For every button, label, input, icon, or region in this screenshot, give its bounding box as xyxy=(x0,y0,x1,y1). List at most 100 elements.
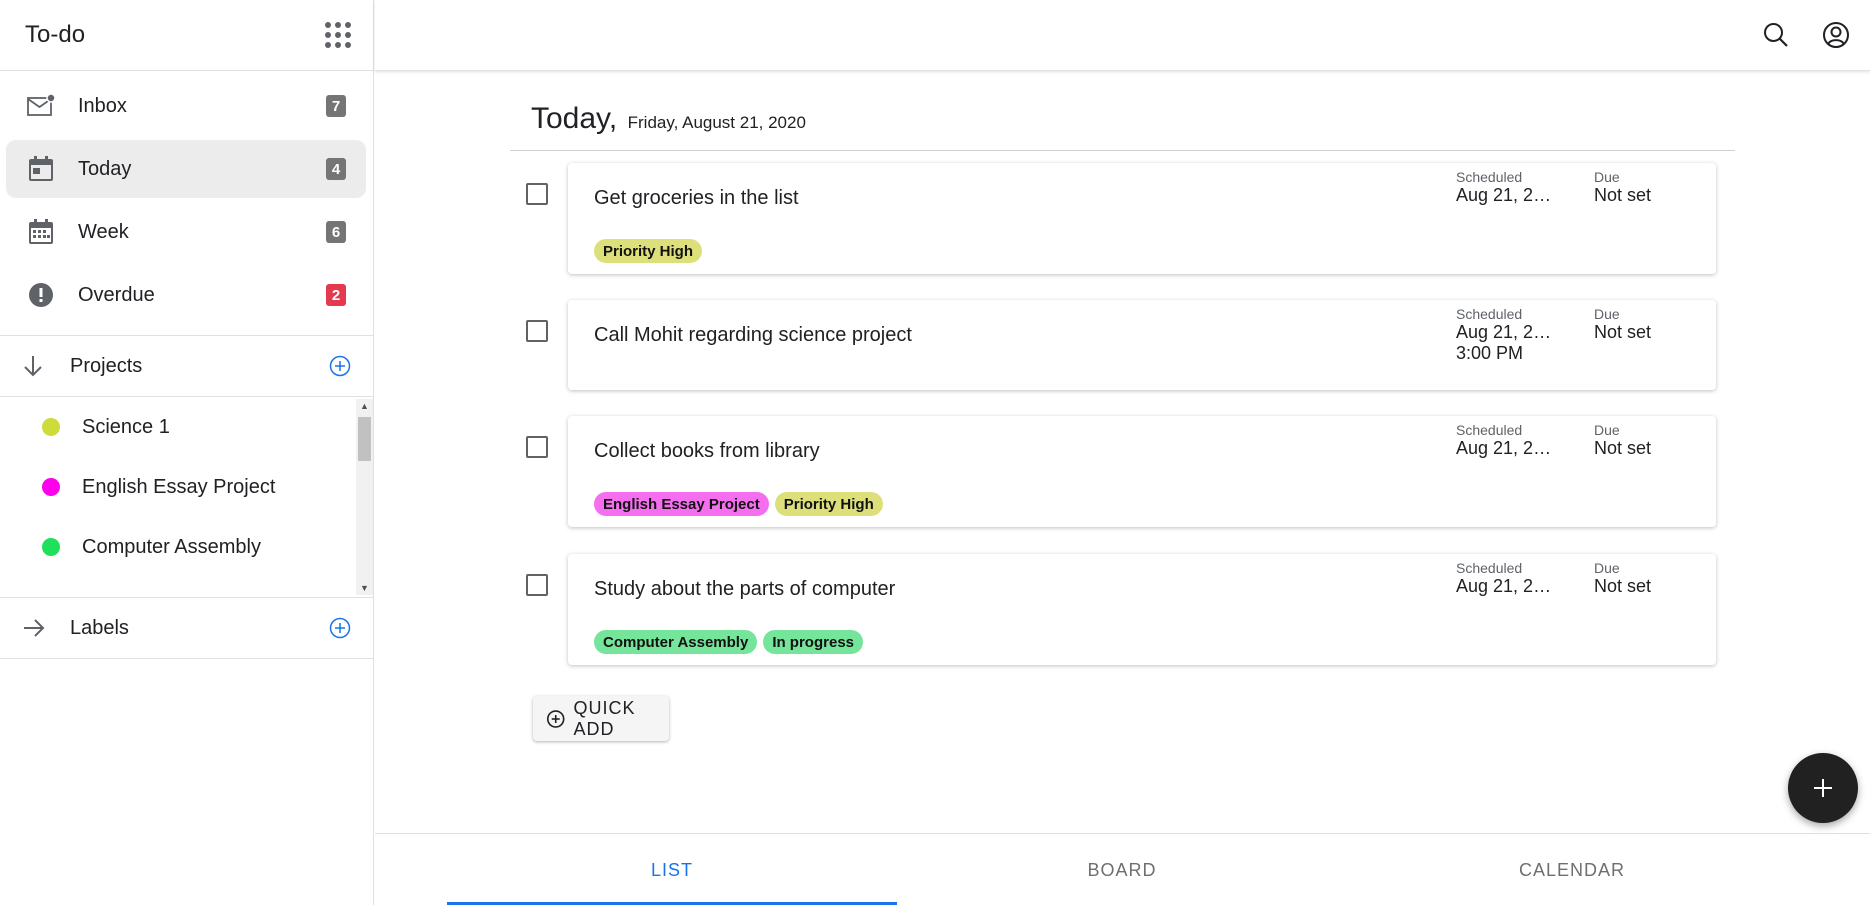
sidebar: To-do Inbox 7 Today 4 Week 6 Overdue 2 P… xyxy=(0,0,374,905)
inbox-icon xyxy=(27,92,55,120)
due-value: Not set xyxy=(1594,185,1652,205)
scheduled-value: Aug 21, 2… xyxy=(1456,438,1552,458)
add-task-fab[interactable] xyxy=(1788,753,1858,823)
project-item-computer-assembly[interactable]: Computer Assembly xyxy=(0,517,373,577)
task-checkbox[interactable] xyxy=(526,183,548,205)
due-label: Due xyxy=(1594,306,1620,322)
nav-item-week[interactable]: Week 6 xyxy=(6,203,366,261)
task-scheduled: Scheduled Aug 21, 2… xyxy=(1456,560,1551,597)
project-label: English Essay Project xyxy=(82,475,276,498)
projects-scrollbar[interactable]: ▲ ▼ xyxy=(356,399,373,595)
project-color-dot xyxy=(42,538,60,556)
plus-icon xyxy=(1814,779,1832,797)
scroll-up-icon[interactable]: ▲ xyxy=(356,399,373,413)
scheduled-label: Scheduled xyxy=(1456,306,1523,322)
labels-title: Labels xyxy=(70,616,129,639)
task-title: Call Mohit regarding science project xyxy=(594,324,912,346)
projects-title: Projects xyxy=(70,354,143,377)
task-checkbox[interactable] xyxy=(526,574,548,596)
task-due: Due Not set xyxy=(1594,422,1651,459)
app-title: To-do xyxy=(25,21,86,48)
project-item-english-essay-project[interactable]: English Essay Project xyxy=(0,457,373,517)
add-project-icon[interactable] xyxy=(329,355,351,377)
scheduled-value: Aug 21, 2… xyxy=(1456,576,1552,596)
nav-item-overdue[interactable]: Overdue 2 xyxy=(6,266,366,324)
project-label: Science 1 xyxy=(82,415,170,438)
tab-calendar[interactable]: CALENDAR xyxy=(1347,834,1797,905)
add-circle-icon xyxy=(546,709,565,728)
quick-add-label: QUICK ADD xyxy=(573,697,636,739)
task-card[interactable]: Call Mohit regarding science project Sch… xyxy=(568,300,1716,390)
nav-label: Inbox xyxy=(78,94,127,117)
account-icon[interactable] xyxy=(1822,21,1850,49)
task-scheduled: Scheduled Aug 21, 2… 3:00 PM xyxy=(1456,306,1551,364)
due-value: Not set xyxy=(1594,322,1652,342)
task-title: Study about the parts of computer xyxy=(594,578,896,600)
apps-grid-icon[interactable] xyxy=(325,22,351,48)
task-title: Collect books from library xyxy=(594,440,820,462)
task-due: Due Not set xyxy=(1594,306,1651,343)
quick-add-button[interactable]: QUICK ADD xyxy=(533,696,669,741)
scrollbar-thumb[interactable] xyxy=(358,417,371,461)
tag-chip[interactable]: Priority High xyxy=(594,239,703,263)
task-card[interactable]: Collect books from library Scheduled Aug… xyxy=(568,416,1716,527)
task-tags: Priority High xyxy=(594,239,708,263)
alert-icon xyxy=(27,281,55,309)
scheduled-label: Scheduled xyxy=(1456,422,1523,438)
scheduled-value: Aug 21, 2… xyxy=(1456,322,1552,342)
due-label: Due xyxy=(1594,422,1620,438)
due-value: Not set xyxy=(1594,438,1652,458)
count-badge: 4 xyxy=(326,158,346,180)
scheduled-time: 3:00 PM xyxy=(1456,343,1524,363)
add-label-icon[interactable] xyxy=(329,617,351,639)
arrow-down-icon[interactable] xyxy=(22,354,48,378)
projects-list: Science 1 English Essay Project Computer… xyxy=(0,397,373,597)
due-label: Due xyxy=(1594,169,1620,185)
task-card[interactable]: Study about the parts of computer Schedu… xyxy=(568,554,1716,665)
task-due: Due Not set xyxy=(1594,169,1651,206)
scheduled-label: Scheduled xyxy=(1456,169,1523,185)
scheduled-value: Aug 21, 2… xyxy=(1456,185,1552,205)
calendar-week-icon xyxy=(27,218,55,246)
task-due: Due Not set xyxy=(1594,560,1651,597)
tag-chip[interactable]: Priority High xyxy=(774,492,883,516)
nav-label: Today xyxy=(78,157,132,180)
due-value: Not set xyxy=(1594,576,1652,596)
scroll-down-icon[interactable]: ▼ xyxy=(356,581,373,595)
scheduled-label: Scheduled xyxy=(1456,560,1523,576)
count-badge: 6 xyxy=(326,221,346,243)
task-card[interactable]: Get groceries in the list Scheduled Aug … xyxy=(568,163,1716,274)
projects-header[interactable]: Projects xyxy=(0,335,373,397)
count-badge: 2 xyxy=(326,284,346,306)
task-checkbox[interactable] xyxy=(526,436,548,458)
nav-label: Overdue xyxy=(78,283,155,306)
project-color-dot xyxy=(42,478,60,496)
tab-board[interactable]: BOARD xyxy=(897,834,1347,905)
view-tabs: LIST BOARD CALENDAR xyxy=(375,833,1870,905)
calendar-today-icon xyxy=(27,155,55,183)
day-header: Today, Friday, August 21, 2020 xyxy=(510,102,1735,151)
task-title: Get groceries in the list xyxy=(594,187,799,209)
task-tags: Computer Assembly In progress xyxy=(594,630,869,654)
nav-item-today[interactable]: Today 4 xyxy=(6,140,366,198)
labels-header[interactable]: Labels xyxy=(0,597,373,659)
tag-chip[interactable]: English Essay Project xyxy=(594,492,769,516)
main-content: Today, Friday, August 21, 2020 Get groce… xyxy=(375,72,1870,905)
task-tags: English Essay Project Priority High xyxy=(594,492,889,516)
task-checkbox[interactable] xyxy=(526,320,548,342)
tag-chip[interactable]: In progress xyxy=(763,630,863,654)
due-label: Due xyxy=(1594,560,1620,576)
tab-list[interactable]: LIST xyxy=(447,834,897,905)
page-date: Friday, August 21, 2020 xyxy=(627,113,806,132)
project-label: Computer Assembly xyxy=(82,535,261,558)
nav-label: Week xyxy=(78,220,129,243)
sidebar-header: To-do xyxy=(0,0,373,71)
nav-list: Inbox 7 Today 4 Week 6 Overdue 2 xyxy=(0,71,373,324)
nav-item-inbox[interactable]: Inbox 7 xyxy=(6,77,366,135)
tag-chip[interactable]: Computer Assembly xyxy=(594,630,758,654)
task-scheduled: Scheduled Aug 21, 2… xyxy=(1456,169,1551,206)
search-icon[interactable] xyxy=(1762,21,1790,49)
page-title: Today, xyxy=(531,102,618,135)
arrow-right-icon[interactable] xyxy=(22,617,48,639)
project-item-science-1[interactable]: Science 1 xyxy=(0,397,373,457)
